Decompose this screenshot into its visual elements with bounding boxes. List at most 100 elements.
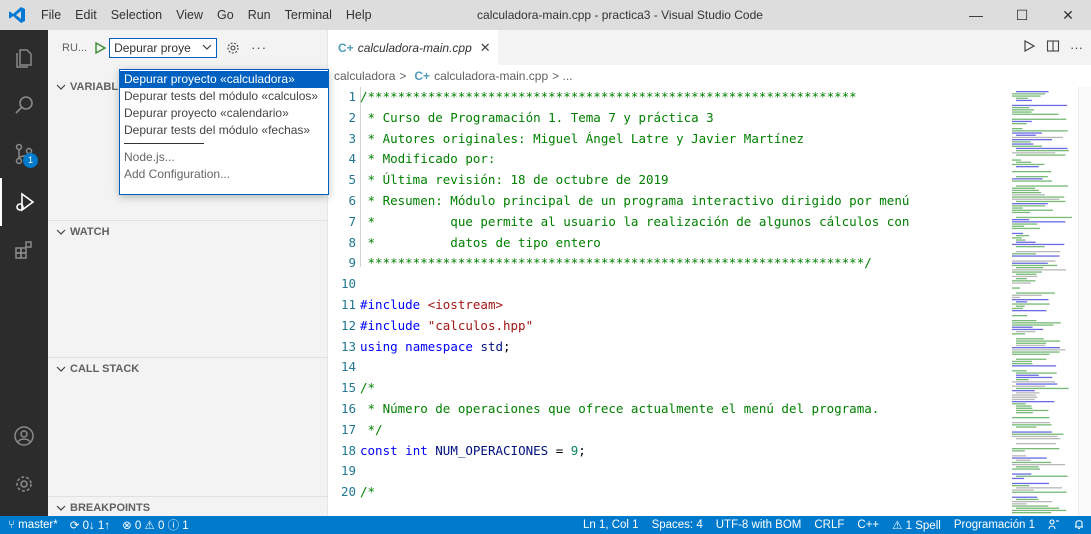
breakpoints-section-header[interactable]: BREAKPOINTS [48, 496, 328, 518]
window-title: calculadora-main.cpp - practica3 - Visua… [477, 8, 763, 22]
start-debugging-icon[interactable] [93, 41, 107, 55]
search-icon[interactable] [0, 82, 48, 130]
editor-tabs: C+ calculadora-main.cpp ✕ ··· [328, 30, 1091, 65]
line-number: 18 [340, 442, 356, 458]
menu-edit[interactable]: Edit [68, 0, 104, 30]
cpp-file-icon: C+ [414, 69, 431, 83]
breakpoints-section-title: BREAKPOINTS [70, 501, 151, 514]
accounts-icon[interactable] [0, 412, 48, 460]
code-line: * datos de tipo entero [360, 234, 601, 250]
menu-run[interactable]: Run [241, 0, 278, 30]
line-number: 11 [340, 297, 356, 312]
more-actions-icon[interactable]: ··· [251, 40, 267, 55]
sync-changes[interactable]: ⟳ 0↓ 1↑ [70, 518, 110, 532]
dropdown-option[interactable]: Depurar tests del módulo «calculos» [120, 88, 328, 105]
line-number: 4 [348, 151, 356, 167]
breadcrumb-folder[interactable]: calculadora [334, 69, 395, 83]
line-number: 6 [348, 193, 356, 208]
close-window-button[interactable]: ✕ [1045, 0, 1091, 30]
debug-config-select[interactable]: Depurar proye [109, 37, 218, 58]
minimap[interactable] [1008, 87, 1078, 516]
open-launch-json-gear-icon[interactable] [225, 40, 241, 56]
menu-terminal[interactable]: Terminal [278, 0, 339, 30]
minimize-button[interactable]: — [953, 0, 999, 30]
dropdown-option[interactable]: Depurar proyecto «calendario» [120, 105, 328, 122]
menu-view[interactable]: View [169, 0, 210, 30]
line-number: 10 [340, 276, 356, 292]
vertical-scrollbar[interactable] [1078, 87, 1091, 516]
tab-label: calculadora-main.cpp [357, 40, 472, 55]
status-bar: ⑂ master* ⟳ 0↓ 1↑ ⊗ 0 ⚠ 0 ⓘ 1 Ln 1, Col … [0, 516, 1091, 534]
variables-section-title: VARIABL [70, 81, 119, 93]
notifications-bell-icon[interactable] [1073, 518, 1085, 533]
more-actions-icon[interactable]: ··· [1070, 40, 1083, 55]
language-mode[interactable]: C++ [857, 519, 879, 531]
line-number: 20 [340, 484, 356, 500]
spell-check[interactable]: ⚠ 1 Spell [892, 518, 941, 532]
menu-go[interactable]: Go [210, 0, 241, 30]
encoding[interactable]: UTF-8 with BOM [716, 519, 802, 531]
code-line: using namespace std; [360, 338, 511, 354]
code-line: * Modificado por: [360, 151, 496, 167]
git-branch[interactable]: ⑂ master* [8, 519, 58, 531]
code-editor[interactable]: 1 2 3 4 5 6 7 8 9 10 11 12 13 14 15 16 17 18 19 20 /*******… [328, 87, 1008, 516]
extensions-icon[interactable] [0, 226, 48, 274]
dropdown-separator [120, 139, 328, 149]
run-view-title: RU... [62, 41, 88, 54]
code-line: * Curso de Programación 1. Tema 7 y prác… [360, 109, 714, 125]
code-line: * Autores originales: Miguel Ángel Latre… [360, 130, 805, 146]
call-stack-section-header[interactable]: CALL STACK [48, 357, 328, 379]
run-file-icon[interactable] [1022, 39, 1036, 56]
profile[interactable]: Programación 1 [954, 519, 1035, 531]
indentation[interactable]: Spaces: 4 [652, 519, 703, 531]
cpp-file-icon: C+ [338, 40, 354, 55]
dropdown-option-nodejs[interactable]: Node.js... [120, 149, 328, 166]
line-number: 2 [348, 109, 356, 125]
chevron-down-icon [56, 364, 66, 374]
source-control-icon[interactable]: 1 [0, 130, 48, 178]
watch-section-header[interactable]: WATCH [48, 220, 328, 242]
explorer-icon[interactable] [0, 34, 48, 82]
menu-bar: File Edit Selection View Go Run Terminal… [34, 0, 379, 30]
editor-actions: ··· [1022, 30, 1083, 65]
breadcrumb-symbols[interactable]: > ... [552, 69, 572, 83]
close-tab-icon[interactable]: ✕ [480, 40, 491, 56]
menu-file[interactable]: File [34, 0, 68, 30]
code-line: const int NUM_OPERACIONES = 9; [360, 442, 586, 458]
run-debug-header: RU... Depurar proye ··· [48, 30, 328, 65]
line-number: 15 [340, 380, 356, 396]
line-number: 5 [348, 172, 356, 188]
code-line: /* [360, 380, 376, 396]
code-line: ****************************************… [360, 255, 872, 271]
dropdown-option[interactable]: Depurar tests del módulo «fechas» [120, 122, 328, 139]
line-number: 13 [340, 338, 356, 354]
call-stack-section-title: CALL STACK [70, 362, 140, 375]
chevron-down-icon [56, 227, 66, 237]
activity-bar: 1 [0, 30, 48, 516]
code-line: * Última revisión: 18 de octubre de 2019 [360, 172, 669, 188]
menu-selection[interactable]: Selection [104, 0, 169, 30]
tab-calculadora-main[interactable]: C+ calculadora-main.cpp ✕ [328, 30, 498, 65]
menu-help[interactable]: Help [339, 0, 379, 30]
dropdown-option[interactable]: Depurar proyecto «calculadora» [120, 71, 328, 88]
manage-gear-icon[interactable] [0, 460, 48, 508]
dropdown-option-add-configuration[interactable]: Add Configuration... [120, 166, 328, 183]
live-share-icon[interactable] [1048, 518, 1060, 533]
maximize-button[interactable]: ☐ [999, 0, 1045, 30]
cursor-position[interactable]: Ln 1, Col 1 [583, 519, 639, 531]
code-line: /***************************************… [360, 89, 857, 104]
split-editor-icon[interactable] [1046, 39, 1060, 56]
line-number: 12 [340, 317, 356, 333]
end-of-line[interactable]: CRLF [814, 519, 844, 531]
run-debug-icon[interactable] [0, 178, 48, 226]
vscode-window: File Edit Selection View Go Run Terminal… [0, 0, 1091, 534]
code-line: */ [360, 421, 383, 437]
chevron-down-icon [56, 82, 66, 92]
code-line: #include "calculos.hpp" [360, 317, 534, 333]
git-branch-icon: ⑂ [8, 519, 19, 531]
line-number: 8 [348, 234, 356, 250]
title-bar: File Edit Selection View Go Run Terminal… [0, 0, 1091, 30]
problems-indicator[interactable]: ⊗ 0 ⚠ 0 ⓘ 1 [122, 517, 189, 533]
breadcrumb-file[interactable]: calculadora-main.cpp [434, 69, 548, 83]
line-number: 3 [348, 130, 356, 146]
